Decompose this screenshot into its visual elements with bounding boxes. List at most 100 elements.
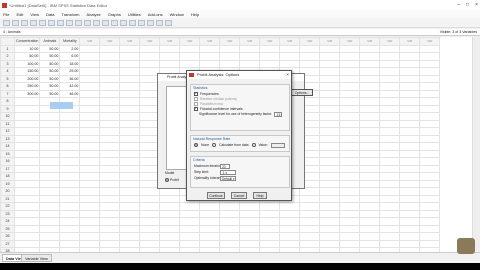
table-cell[interactable] <box>399 142 421 151</box>
cancel-button[interactable]: Cancel <box>231 192 247 199</box>
table-cell[interactable] <box>319 44 341 53</box>
table-cell[interactable] <box>319 194 341 203</box>
column-header[interactable]: var <box>159 37 181 46</box>
table-cell[interactable] <box>379 104 401 113</box>
frequencies-checkbox[interactable]: ✓ <box>194 91 198 96</box>
table-cell[interactable] <box>79 97 101 106</box>
table-cell[interactable] <box>119 239 141 248</box>
table-cell[interactable] <box>359 112 381 121</box>
column-header[interactable]: var <box>179 37 201 46</box>
table-cell[interactable] <box>13 112 41 121</box>
table-cell[interactable] <box>59 209 81 218</box>
table-cell[interactable] <box>319 209 341 218</box>
table-cell[interactable] <box>79 67 101 76</box>
table-cell[interactable] <box>79 209 101 218</box>
menu-item-window[interactable]: Window <box>170 12 184 17</box>
table-cell[interactable] <box>379 119 401 128</box>
column-header[interactable]: var <box>419 37 441 46</box>
column-header[interactable]: var <box>219 37 241 46</box>
table-cell[interactable] <box>259 209 281 218</box>
table-cell[interactable]: 50.00 <box>39 59 61 68</box>
table-cell[interactable] <box>399 239 421 248</box>
table-cell[interactable] <box>279 224 301 233</box>
table-cell[interactable] <box>419 209 441 218</box>
row-header[interactable]: 24 <box>0 217 15 226</box>
table-cell[interactable] <box>79 202 101 211</box>
table-cell[interactable] <box>99 104 121 113</box>
row-header[interactable]: 4 <box>0 67 15 76</box>
table-cell[interactable] <box>379 224 401 233</box>
table-cell[interactable] <box>139 239 161 248</box>
table-cell[interactable] <box>399 127 421 136</box>
column-header[interactable]: Mortality <box>59 37 81 46</box>
table-cell[interactable] <box>99 119 121 128</box>
table-cell[interactable] <box>39 164 61 173</box>
table-cell[interactable] <box>359 209 381 218</box>
parallelism-test-checkbox[interactable] <box>194 101 198 106</box>
row-header[interactable]: 27 <box>0 239 15 248</box>
table-cell[interactable] <box>239 239 261 248</box>
table-cell[interactable] <box>319 187 341 196</box>
table-cell[interactable] <box>99 97 121 106</box>
table-cell[interactable] <box>13 157 41 166</box>
table-cell[interactable] <box>219 202 241 211</box>
table-cell[interactable] <box>79 239 101 248</box>
table-cell[interactable] <box>59 239 81 248</box>
column-header[interactable]: var <box>279 37 301 46</box>
table-cell[interactable]: 50.00 <box>39 52 61 61</box>
table-cell[interactable] <box>179 224 201 233</box>
table-cell[interactable] <box>139 52 161 61</box>
table-cell[interactable]: 42.00 <box>59 82 81 91</box>
table-cell[interactable] <box>339 119 361 128</box>
table-cell[interactable] <box>139 202 161 211</box>
table-cell[interactable] <box>99 59 121 68</box>
table-cell[interactable] <box>419 232 441 241</box>
column-header[interactable]: var <box>79 37 101 46</box>
table-cell[interactable] <box>379 217 401 226</box>
table-cell[interactable] <box>319 59 341 68</box>
table-cell[interactable] <box>399 149 421 158</box>
table-cell[interactable] <box>79 82 101 91</box>
row-header[interactable]: 2 <box>0 52 15 61</box>
table-cell[interactable] <box>319 179 341 188</box>
table-cell[interactable] <box>379 112 401 121</box>
table-cell[interactable] <box>79 179 101 188</box>
table-cell[interactable] <box>13 209 41 218</box>
table-cell[interactable] <box>239 59 261 68</box>
table-cell[interactable] <box>419 104 441 113</box>
table-cell[interactable] <box>159 209 181 218</box>
table-cell[interactable] <box>279 209 301 218</box>
table-cell[interactable] <box>259 217 281 226</box>
table-cell[interactable] <box>179 239 201 248</box>
table-cell[interactable] <box>339 89 361 98</box>
minimize-icon[interactable]: – <box>457 2 460 8</box>
table-cell[interactable] <box>399 209 421 218</box>
table-cell[interactable] <box>279 202 301 211</box>
table-cell[interactable] <box>119 52 141 61</box>
table-cell[interactable] <box>59 112 81 121</box>
table-cell[interactable] <box>419 134 441 143</box>
table-cell[interactable] <box>399 104 421 113</box>
dialog-recall-icon[interactable] <box>30 19 37 26</box>
table-cell[interactable] <box>119 97 141 106</box>
tab-variable-view[interactable]: Variable View <box>21 254 52 262</box>
row-header[interactable]: 23 <box>0 209 15 218</box>
maximize-icon[interactable]: □ <box>466 2 469 8</box>
table-cell[interactable] <box>359 217 381 226</box>
row-header[interactable]: 9 <box>0 104 15 113</box>
table-cell[interactable] <box>319 89 341 98</box>
table-cell[interactable] <box>359 142 381 151</box>
table-cell[interactable] <box>119 194 141 203</box>
insert-variable-icon[interactable] <box>102 19 109 26</box>
table-cell[interactable] <box>79 127 101 136</box>
table-cell[interactable] <box>13 194 41 203</box>
selected-cell[interactable] <box>50 102 73 109</box>
table-cell[interactable] <box>359 59 381 68</box>
table-cell[interactable] <box>259 59 281 68</box>
table-cell[interactable] <box>319 172 341 181</box>
table-cell[interactable] <box>179 202 201 211</box>
weight-cases-icon[interactable] <box>120 19 127 26</box>
table-cell[interactable] <box>199 44 221 53</box>
table-cell[interactable] <box>379 209 401 218</box>
show-all-icon[interactable] <box>156 19 163 26</box>
